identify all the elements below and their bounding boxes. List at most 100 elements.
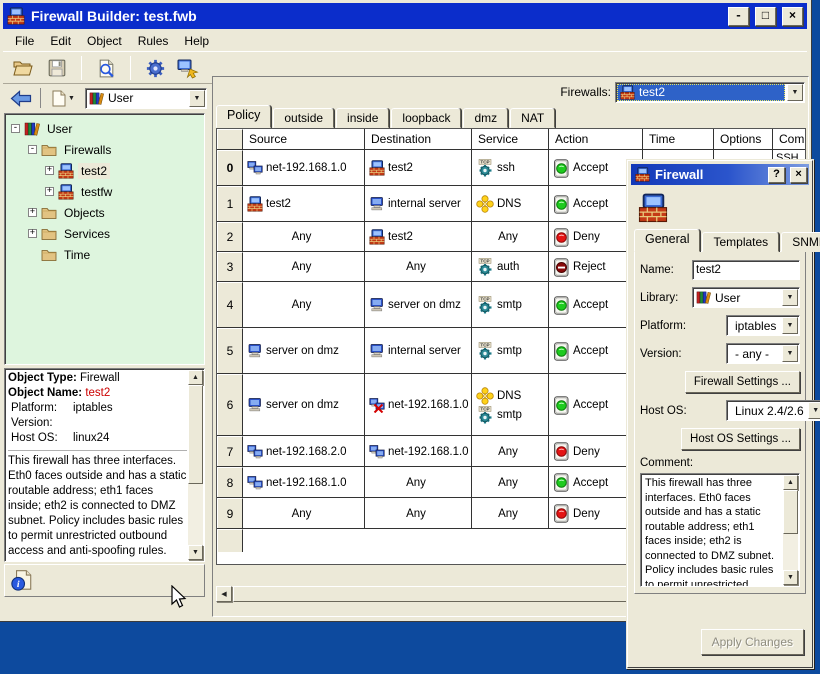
object-tcp[interactable]: TCPssh bbox=[476, 159, 548, 177]
object-any[interactable]: Any bbox=[476, 477, 548, 489]
collapse-icon[interactable]: - bbox=[28, 145, 37, 154]
tree-item-objects[interactable]: +Objects bbox=[7, 202, 202, 223]
tree-item-label[interactable]: Services bbox=[61, 226, 113, 242]
object-any[interactable]: Any bbox=[476, 231, 548, 243]
scroll-up-icon[interactable]: ▲ bbox=[783, 475, 798, 490]
column-header-action[interactable]: Action bbox=[549, 129, 643, 149]
tab-nat[interactable]: NAT bbox=[510, 108, 555, 128]
object-info-scrollbar[interactable]: ▲ ▼ bbox=[188, 370, 203, 560]
tab-inside[interactable]: inside bbox=[336, 108, 389, 128]
menu-object[interactable]: Object bbox=[79, 32, 130, 50]
tree-item-label[interactable]: test2 bbox=[78, 163, 110, 179]
dialog-tab-snmp[interactable]: SNMP bbox=[781, 232, 820, 252]
version-select[interactable]: - any - ▼ bbox=[726, 343, 800, 364]
chevron-down-icon[interactable]: ▼ bbox=[787, 84, 803, 101]
scrollbar-thumb[interactable] bbox=[233, 586, 663, 602]
scroll-down-icon[interactable]: ▼ bbox=[188, 545, 203, 560]
rule-number[interactable]: 6 bbox=[217, 374, 243, 435]
tab-outside[interactable]: outside bbox=[273, 108, 334, 128]
platform-select[interactable]: iptables ▼ bbox=[726, 315, 800, 336]
library-select[interactable]: User ▼ bbox=[692, 287, 800, 308]
host-os-settings-button[interactable]: Host OS Settings ... bbox=[681, 428, 800, 450]
rule-number[interactable]: 0 bbox=[217, 150, 243, 185]
object-host[interactable]: internal server bbox=[369, 343, 471, 359]
object-network[interactable]: net-192.168.1.0 bbox=[247, 475, 364, 491]
scroll-up-icon[interactable]: ▲ bbox=[188, 370, 203, 385]
object-tcp[interactable]: TCPauth bbox=[476, 258, 548, 276]
scrollbar-thumb[interactable] bbox=[188, 385, 203, 484]
object-tcp[interactable]: TCPsmtp bbox=[476, 296, 548, 314]
object-host[interactable]: internal server bbox=[369, 196, 471, 212]
scrollbar-thumb[interactable] bbox=[783, 490, 798, 534]
rule-number[interactable]: 4 bbox=[217, 282, 243, 327]
object-any[interactable]: Any bbox=[247, 261, 364, 273]
object-firewall[interactable]: test2 bbox=[247, 196, 364, 212]
object-any[interactable]: Any bbox=[247, 508, 364, 520]
menu-rules[interactable]: Rules bbox=[130, 32, 177, 50]
tree-item-time[interactable]: Time bbox=[7, 244, 202, 265]
tab-policy[interactable]: Policy bbox=[216, 105, 271, 128]
expand-icon[interactable]: + bbox=[45, 187, 54, 196]
expand-icon[interactable]: + bbox=[28, 229, 37, 238]
name-field[interactable]: test2 bbox=[692, 260, 800, 280]
host-os-select[interactable]: Linux 2.4/2.6 ▼ bbox=[726, 400, 820, 421]
tab-loopback[interactable]: loopback bbox=[391, 108, 461, 128]
menu-edit[interactable]: Edit bbox=[42, 32, 79, 50]
object-host[interactable]: server on dmz bbox=[247, 397, 364, 413]
chevron-down-icon[interactable]: ▼ bbox=[782, 317, 798, 334]
menu-help[interactable]: Help bbox=[176, 32, 217, 50]
object-firewall[interactable]: test2 bbox=[369, 229, 471, 245]
find-button[interactable] bbox=[92, 55, 120, 81]
rule-number[interactable]: 3 bbox=[217, 252, 243, 281]
column-header-service[interactable]: Service bbox=[472, 129, 549, 149]
rule-number[interactable]: 8 bbox=[217, 467, 243, 497]
object-any[interactable]: Any bbox=[369, 261, 471, 273]
column-header-comment[interactable]: Comment bbox=[773, 129, 806, 149]
object-network-negated[interactable]: net-192.168.1.0 bbox=[369, 397, 471, 413]
column-header-destination[interactable]: Destination bbox=[365, 129, 472, 149]
library-select[interactable]: User ▼ bbox=[85, 88, 207, 109]
dialog-title-bar[interactable]: Firewall ? × bbox=[631, 164, 809, 185]
column-header-source[interactable]: Source bbox=[243, 129, 365, 149]
compile-button[interactable] bbox=[141, 55, 169, 81]
object-any[interactable]: Any bbox=[476, 446, 548, 458]
expand-icon[interactable]: + bbox=[45, 166, 54, 175]
chevron-down-icon[interactable]: ▼ bbox=[782, 345, 798, 362]
object-network[interactable]: net-192.168.2.0 bbox=[247, 444, 364, 460]
title-bar[interactable]: Firewall Builder: test.fwb - □ × bbox=[3, 3, 807, 29]
rule-number[interactable]: 7 bbox=[217, 436, 243, 466]
object-tcp[interactable]: TCPsmtp bbox=[476, 406, 548, 424]
tree-item-label[interactable]: User bbox=[44, 121, 75, 137]
collapse-icon[interactable]: - bbox=[11, 124, 20, 133]
object-any[interactable]: Any bbox=[369, 508, 471, 520]
object-firewall[interactable]: test2 bbox=[369, 160, 471, 176]
rule-number[interactable]: 2 bbox=[217, 222, 243, 251]
tree-item-label[interactable]: Objects bbox=[61, 205, 108, 221]
object-any[interactable]: Any bbox=[247, 231, 364, 243]
minimize-button[interactable]: - bbox=[728, 7, 749, 26]
firewall-settings-button[interactable]: Firewall Settings ... bbox=[685, 371, 800, 393]
object-host[interactable]: server on dmz bbox=[247, 343, 364, 359]
maximize-button[interactable]: □ bbox=[755, 7, 776, 26]
scroll-left-icon[interactable]: ◀ bbox=[216, 586, 232, 602]
chevron-down-icon[interactable]: ▼ bbox=[189, 90, 205, 107]
rule-number[interactable]: 1 bbox=[217, 186, 243, 221]
tree-item-user[interactable]: - User bbox=[7, 118, 202, 139]
object-dns[interactable]: DNS bbox=[476, 195, 548, 213]
scroll-down-icon[interactable]: ▼ bbox=[783, 570, 798, 585]
tree-item-label[interactable]: Firewalls bbox=[61, 142, 114, 158]
info-doc-icon[interactable]: i bbox=[10, 569, 34, 592]
apply-changes-button[interactable]: Apply Changes bbox=[701, 629, 804, 655]
tab-dmz[interactable]: dmz bbox=[463, 108, 508, 128]
dialog-tab-general[interactable]: General bbox=[634, 229, 700, 252]
menu-file[interactable]: File bbox=[7, 32, 42, 50]
object-network[interactable]: net-192.168.1.0 bbox=[247, 160, 364, 176]
object-network[interactable]: net-192.168.1.0 bbox=[369, 444, 471, 460]
tree-item-services[interactable]: + Services bbox=[7, 223, 202, 244]
comment-scrollbar[interactable]: ▲ ▼ bbox=[783, 475, 798, 585]
object-dns[interactable]: DNS bbox=[476, 387, 548, 405]
dialog-tab-templates[interactable]: Templates bbox=[702, 232, 779, 252]
firewalls-select[interactable]: test2 ▼ bbox=[615, 82, 805, 103]
help-button[interactable]: ? bbox=[768, 167, 785, 183]
object-any[interactable]: Any bbox=[476, 508, 548, 520]
